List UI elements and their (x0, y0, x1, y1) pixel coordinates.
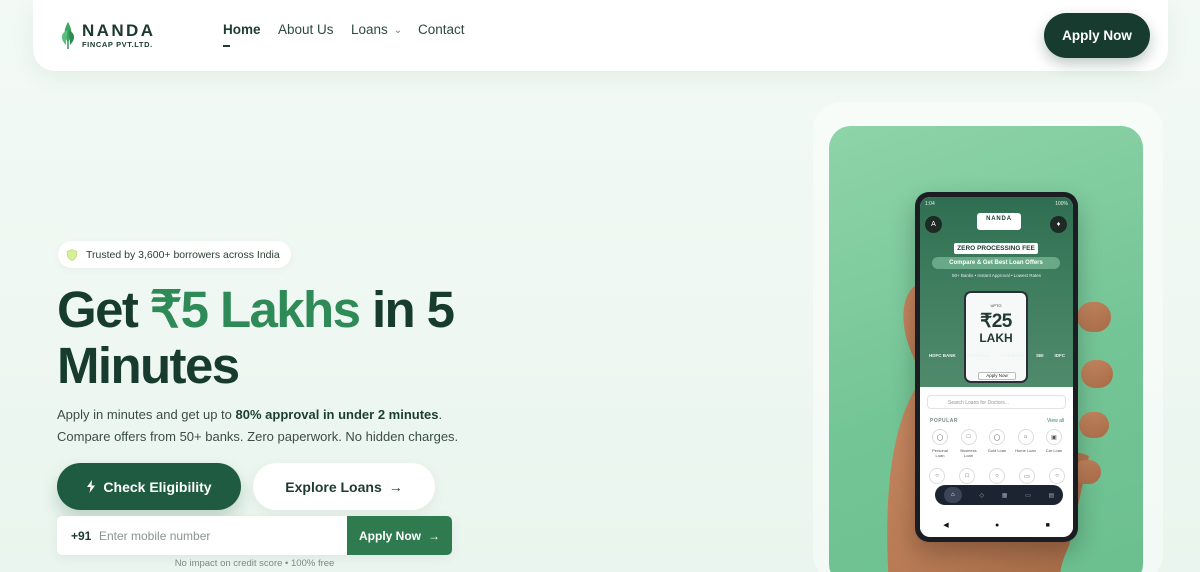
explore-loans-button[interactable]: Explore Loans → (253, 463, 435, 510)
phone-category: ◯ Personal Loan (929, 429, 951, 458)
phone-category: ▣ Car Loan (1043, 429, 1065, 458)
bank-logo: HDFC BANK (929, 353, 956, 358)
phone-status-bar: 1:04 100% (925, 201, 1068, 207)
phone-features: 50+ Banks • Instant Approval • Lowest Ra… (951, 273, 1042, 278)
gold-icon: ◯ (989, 429, 1005, 445)
bank-logo: IDFC (1054, 353, 1065, 358)
phone-categories: ◯ Personal Loan □ Business Loan ◯ Gold Loan… (929, 429, 1065, 458)
trust-badge-text: Trusted by 3,600+ borrowers across India (86, 248, 280, 261)
phone-category-label: Home Loan (1015, 448, 1036, 453)
phone-category-label: Personal Loan (932, 448, 948, 458)
brand-logo[interactable]: NANDA FINCAP PVT.LTD. (58, 18, 168, 54)
bank-logo: ICICI Bank (966, 353, 990, 358)
nav-loans-label: Loans (351, 22, 388, 37)
shield-icon (66, 248, 78, 261)
apply-now-button[interactable]: Apply Now (1044, 13, 1150, 58)
phone-category-label: Business Loan (960, 448, 977, 458)
phone-battery: 100% (1055, 201, 1068, 207)
nav-contact[interactable]: Contact (418, 22, 465, 37)
nav-about[interactable]: About Us (278, 22, 334, 37)
phone-bank-logos: HDFC BANK ICICI Bank AXIS BANK SBI IDFC (929, 353, 1065, 358)
hero-sub-line2: Compare offers from 50+ banks. Zero pape… (57, 429, 459, 444)
form-apply-label: Apply Now (359, 528, 421, 543)
home-icon: ⌂ (943, 487, 962, 503)
phone-popular: POPULAR (930, 418, 958, 424)
bank-logo: SBI (1035, 353, 1044, 358)
phone-logo: NANDA (977, 213, 1021, 230)
phone-category: ◯ Gold Loan (986, 429, 1008, 458)
mobile-form: +91 Apply Now → (57, 516, 452, 555)
hero-sub-end: . (438, 407, 443, 422)
phone-view-all: View all (1047, 418, 1065, 424)
bank-logo: AXIS BANK (1000, 353, 1025, 358)
hero-sub-bold: 80% approval in under 2 minutes (235, 407, 439, 422)
card-icon: ▭ (1019, 468, 1035, 484)
briefcase-icon: □ (960, 429, 977, 445)
medical-icon: □ (959, 468, 975, 484)
people-icon: ○ (1049, 468, 1065, 484)
phone-category-label: Gold Loan (987, 448, 1007, 453)
nav-home[interactable]: Home (223, 22, 261, 37)
phone-mockup: 1:04 100% A NANDA ♦ ZERO PROCESSING FEE … (915, 192, 1078, 542)
back-icon: ◀ (943, 522, 949, 529)
brand-subtitle: FINCAP PVT.LTD. (82, 40, 153, 49)
country-code: +91 (71, 529, 92, 543)
recent-apps-icon: ■ (1045, 521, 1050, 529)
bike-icon: ○ (929, 468, 945, 484)
car-icon: ▣ (1046, 429, 1062, 445)
bike-icon: ○ (989, 468, 1005, 484)
phone-tab-bar: ⌂ ◇ ▦ ▭ ▤ (935, 485, 1063, 505)
hero-title: Get ₹5 Lakhs in 5 Minutes (57, 282, 507, 394)
phone-screen: 1:04 100% A NANDA ♦ ZERO PROCESSING FEE … (920, 197, 1073, 537)
trust-badge: Trusted by 3,600+ borrowers across India (58, 241, 291, 268)
phone-category: □ Business Loan (958, 429, 980, 458)
nav-active-indicator (223, 45, 230, 47)
mobile-number-input[interactable] (99, 525, 339, 547)
phone-categories-row-2: ○ □ ○ ▭ ○ (929, 468, 1065, 484)
phone-compare: Compare & Get Best Loan Offers (932, 257, 1060, 269)
phone-time: 1:04 (925, 201, 935, 207)
hero-sub-start: Apply in minutes and get up to (57, 407, 236, 422)
phone-system-nav: ◀ ● ■ (920, 519, 1073, 531)
card-icon: ▭ (1025, 492, 1031, 499)
phone-zero-fee: ZERO PROCESSING FEE (954, 243, 1038, 254)
check-eligibility-button[interactable]: Check Eligibility (57, 463, 241, 510)
brand-name: NANDA (82, 21, 156, 40)
phone-search: Search Loans for Doctors... (927, 395, 1066, 409)
home-circle-icon: ● (994, 521, 1000, 529)
avatar: A (925, 216, 942, 233)
phone-showcase: 1:04 100% A NANDA ♦ ZERO PROCESSING FEE … (829, 126, 1143, 572)
hero-subtitle: Apply in minutes and get up to 80% appro… (57, 404, 487, 448)
navbar (33, 0, 1168, 71)
grid-icon: ▦ (1001, 492, 1008, 499)
phone-amount: ₹25 (980, 311, 1012, 332)
menu-icon: ▤ (1048, 492, 1055, 499)
hero-title-prefix: Get (57, 281, 150, 338)
phone-inner-mockup: UPTO ₹25 LAKH Apply Now (964, 291, 1028, 383)
leaf-logo-icon (61, 22, 75, 49)
phone-category-label: Car Loan (1045, 448, 1063, 453)
bell-icon: ♦ (1050, 216, 1067, 233)
arrow-right-icon: → (388, 478, 403, 495)
lightning-icon (87, 480, 96, 493)
phone-apply-button: Apply Now (978, 372, 1016, 380)
form-note: No impact on credit score • 100% free (174, 558, 335, 569)
form-apply-button[interactable]: Apply Now → (347, 516, 452, 555)
tag-icon: ◇ (979, 492, 985, 499)
arrow-right-icon: → (428, 528, 440, 543)
explore-loans-label: Explore Loans (285, 478, 382, 495)
phone-lakh: LAKH (979, 331, 1013, 345)
phone-upto: UPTO (990, 303, 1002, 308)
person-icon: ◯ (932, 429, 948, 445)
hero-title-highlight: ₹5 Lakhs (149, 281, 361, 338)
phone-category: ⌂ Home Loan (1015, 429, 1037, 458)
home-icon: ⌂ (1017, 429, 1034, 445)
check-eligibility-label: Check Eligibility (103, 478, 212, 495)
chevron-down-icon: ⌄ (393, 25, 403, 36)
nav-loans[interactable]: Loans ⌄ (351, 22, 402, 37)
